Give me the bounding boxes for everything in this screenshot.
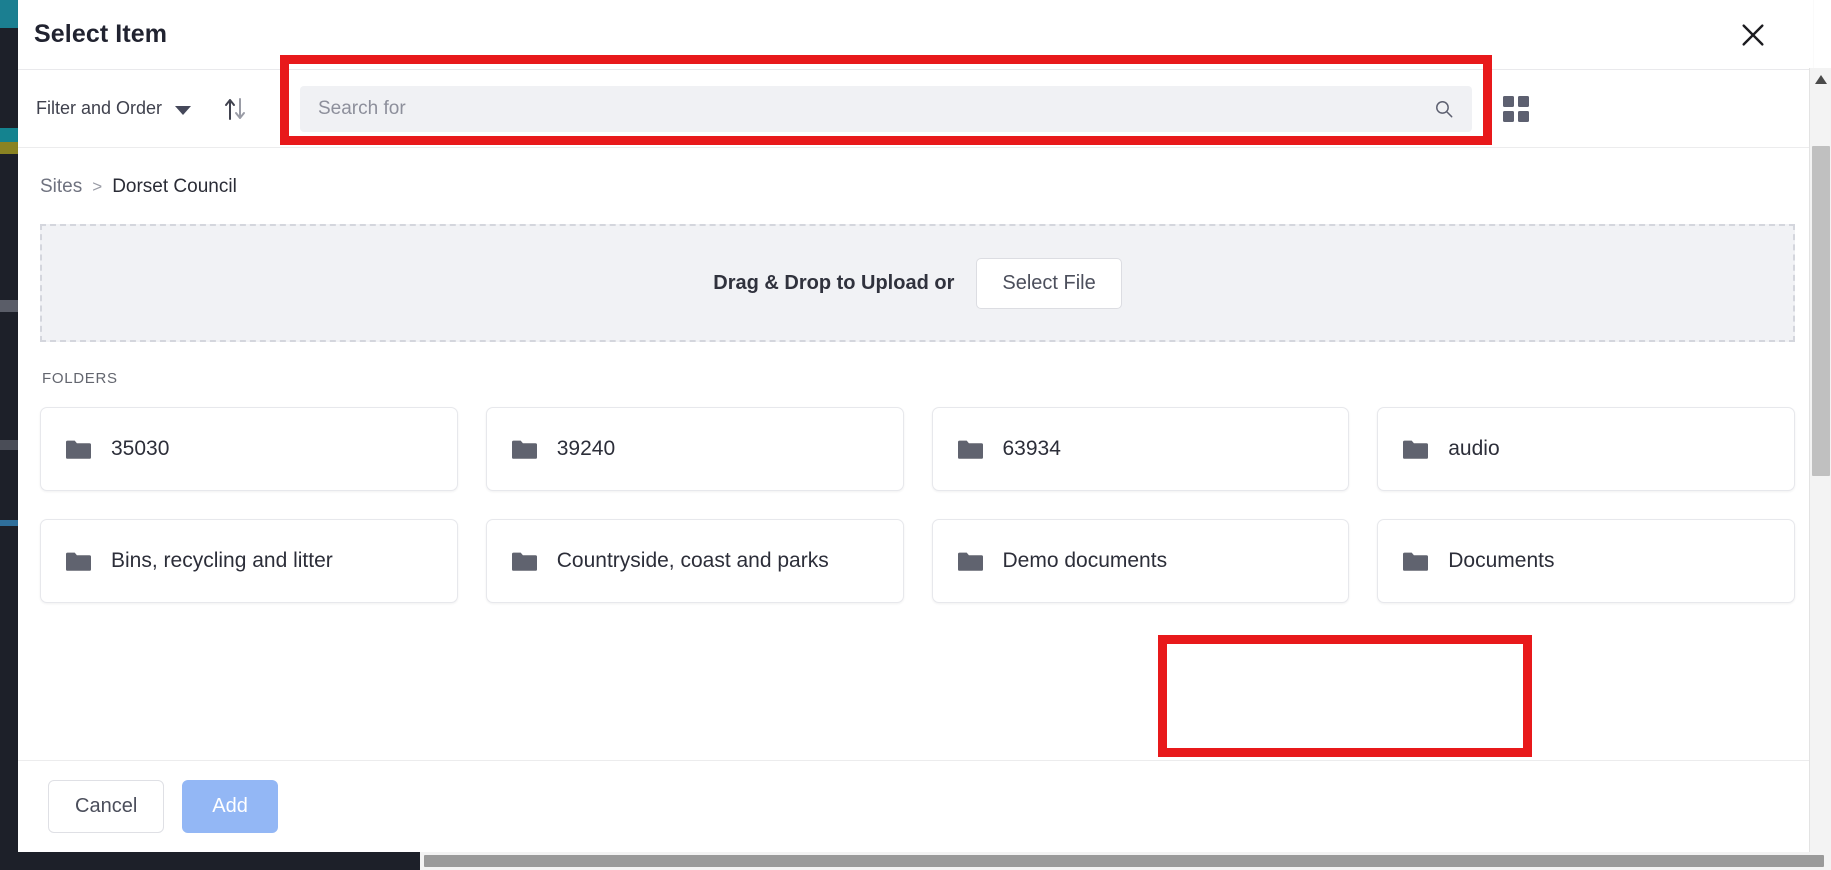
sidebar-accent-teal — [0, 0, 18, 28]
folder-label: 39240 — [557, 436, 615, 462]
sort-arrows-icon[interactable] — [221, 94, 249, 124]
folder-icon — [65, 439, 91, 460]
folder-icon — [511, 439, 537, 460]
folder-card-demo-documents[interactable]: Demo documents — [932, 519, 1350, 603]
search-icon[interactable] — [1428, 93, 1460, 125]
folder-label: audio — [1448, 436, 1499, 462]
dialog-body: Sites > Dorset Council Drag & Drop to Up… — [18, 148, 1813, 760]
folder-icon — [957, 551, 983, 572]
select-file-button[interactable]: Select File — [976, 258, 1121, 309]
add-button[interactable]: Add — [182, 780, 278, 833]
folder-card-countryside-coast-and-parks[interactable]: Countryside, coast and parks — [486, 519, 904, 603]
folder-card-39240[interactable]: 39240 — [486, 407, 904, 491]
folder-icon — [511, 551, 537, 572]
search-input[interactable] — [300, 86, 1472, 132]
folder-icon — [1402, 439, 1428, 460]
folders-section-label: FOLDERS — [42, 370, 1813, 387]
sidebar-accent-grey-1 — [0, 300, 18, 312]
folder-card-audio[interactable]: audio — [1377, 407, 1795, 491]
folder-label: Bins, recycling and litter — [111, 548, 333, 574]
upload-dropzone[interactable]: Drag & Drop to Upload or Select File — [40, 224, 1795, 342]
horizontal-scrollbar[interactable] — [0, 852, 1831, 870]
dialog-header: Select Item — [18, 0, 1813, 70]
grid-view-glyph — [1503, 96, 1529, 122]
vertical-scrollbar[interactable] — [1809, 68, 1831, 852]
cancel-button[interactable]: Cancel — [48, 780, 164, 833]
folder-card-63934[interactable]: 63934 — [932, 407, 1350, 491]
scroll-up-arrow-icon[interactable] — [1810, 68, 1831, 90]
folder-card-bins-recycling-and-litter[interactable]: Bins, recycling and litter — [40, 519, 458, 603]
breadcrumb-separator-icon: > — [92, 177, 102, 197]
app-root: Select Item Filter and Order — [0, 0, 1831, 870]
search-field-wrapper — [300, 86, 1472, 132]
dropzone-label: Drag & Drop to Upload or — [713, 272, 954, 295]
background-app-sidebar — [0, 0, 18, 852]
select-item-dialog: Select Item Filter and Order — [18, 0, 1813, 852]
sidebar-accent-olive — [0, 142, 18, 154]
filter-and-order-label: Filter and Order — [36, 98, 162, 119]
breadcrumb: Sites > Dorset Council — [22, 148, 1813, 198]
horizontal-scrollbar-thumb[interactable] — [424, 855, 1824, 867]
folder-icon — [1402, 551, 1428, 572]
folder-label: Documents — [1448, 548, 1554, 574]
chevron-down-icon — [175, 106, 191, 115]
folder-icon — [957, 439, 983, 460]
folder-label: 63934 — [1003, 436, 1061, 462]
folder-label: 35030 — [111, 436, 169, 462]
filter-and-order-dropdown[interactable]: Filter and Order — [36, 98, 191, 119]
dialog-toolbar: Filter and Order — [18, 70, 1813, 148]
grid-view-icon[interactable] — [1496, 89, 1536, 129]
close-icon[interactable] — [1733, 15, 1773, 55]
folder-label: Demo documents — [1003, 548, 1168, 574]
folder-card-35030[interactable]: 35030 — [40, 407, 458, 491]
folder-icon — [65, 551, 91, 572]
vertical-scrollbar-thumb[interactable] — [1812, 146, 1830, 476]
dialog-footer: Cancel Add — [18, 760, 1813, 852]
breadcrumb-item-sites[interactable]: Sites — [40, 176, 82, 198]
folder-card-documents[interactable]: Documents — [1377, 519, 1795, 603]
breadcrumb-item-dorset-council[interactable]: Dorset Council — [112, 176, 237, 198]
sidebar-accent-blue — [0, 520, 18, 526]
folder-label: Countryside, coast and parks — [557, 548, 829, 574]
page-title: Select Item — [34, 20, 167, 49]
sidebar-accent-teal-2 — [0, 128, 18, 142]
sidebar-accent-grey-2 — [0, 440, 18, 450]
folder-grid: 35030 39240 63934 — [40, 407, 1795, 603]
horizontal-scrollbar-track-dark — [0, 852, 420, 870]
